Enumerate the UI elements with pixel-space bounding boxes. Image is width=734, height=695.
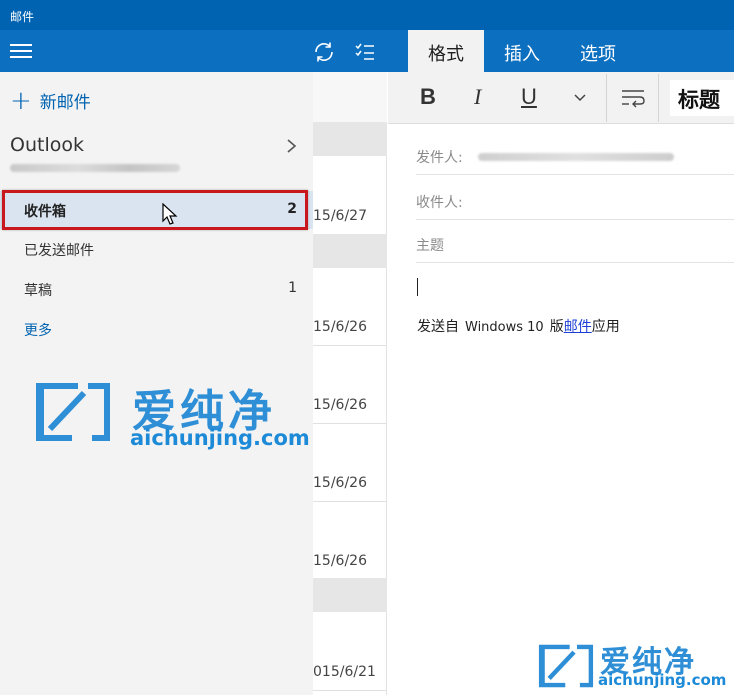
highlight-box	[2, 190, 308, 230]
sync-icon[interactable]	[312, 40, 336, 64]
list-top	[313, 72, 387, 122]
mail-body-signature[interactable]: 发送自 Windows 10 版邮件应用	[417, 316, 620, 336]
mail-app-link[interactable]: 邮件	[564, 319, 592, 335]
message-date[interactable]: 15/6/26	[313, 475, 367, 491]
watermark-logo-icon	[538, 644, 594, 688]
folder-label: 草稿	[24, 283, 52, 299]
format-toolbar: B I U 标题	[388, 72, 734, 124]
chevron-down-icon[interactable]	[573, 93, 587, 103]
divider	[313, 690, 387, 691]
new-mail-label: 新邮件	[39, 93, 91, 113]
watermark-en: aichunjing.com	[130, 426, 310, 450]
watermark-logo-icon	[36, 383, 110, 441]
message-date[interactable]: 015/6/21	[313, 664, 376, 680]
folder-label: 已发送邮件	[24, 243, 94, 259]
folder-more[interactable]: 更多	[0, 310, 313, 348]
navigation-pane: + 新邮件 Outlook 收件箱 2 已发送邮件 草稿 1 更多 爱纯净 ai…	[0, 72, 313, 695]
underline-button[interactable]: U	[521, 84, 537, 110]
folder-drafts[interactable]: 草稿 1	[0, 270, 313, 308]
subject-placeholder: 主题	[416, 238, 444, 254]
more-link: 更多	[24, 323, 52, 339]
account-name[interactable]: Outlook	[10, 134, 84, 156]
folder-sent[interactable]: 已发送邮件	[0, 230, 313, 268]
to-field[interactable]: 收件人:	[416, 178, 734, 220]
plus-icon: +	[10, 85, 32, 116]
from-field[interactable]: 发件人:	[416, 133, 734, 175]
draft-count: 1	[288, 280, 297, 296]
select-mode-icon[interactable]	[353, 40, 377, 64]
text-caret	[417, 278, 418, 296]
list-group-header	[313, 578, 387, 612]
italic-button[interactable]: I	[474, 84, 481, 110]
message-list: 15/6/27 15/6/26 15/6/26 15/6/26 15/6/26 …	[313, 72, 387, 695]
header-bar: 格式 插入 选项	[0, 30, 734, 72]
heading-style-button[interactable]: 标题	[670, 80, 734, 116]
toolbar-divider	[658, 74, 659, 122]
paragraph-format-icon[interactable]	[620, 87, 646, 109]
tab-insert[interactable]: 插入	[484, 30, 560, 72]
chevron-right-icon[interactable]	[286, 136, 298, 156]
list-group-header	[313, 234, 387, 268]
message-date[interactable]: 15/6/27	[313, 208, 367, 224]
divider	[313, 423, 387, 424]
from-email-blurred	[478, 153, 674, 161]
signature-prefix: 发送自	[417, 319, 459, 335]
account-email-blurred	[10, 164, 180, 172]
app-title-bar: 邮件	[0, 0, 734, 30]
signature-suffix: 应用	[591, 319, 620, 335]
signature-windows: Windows 10	[465, 320, 544, 335]
subject-field[interactable]: 主题	[416, 221, 734, 263]
divider	[313, 345, 387, 346]
message-date[interactable]: 15/6/26	[313, 553, 367, 569]
to-label: 收件人:	[416, 195, 463, 211]
list-group-header	[313, 122, 387, 156]
bold-button[interactable]: B	[420, 84, 436, 110]
ribbon-tabs: 格式 插入 选项	[408, 30, 636, 72]
toolbar-divider	[606, 74, 607, 122]
app-title: 邮件	[10, 10, 35, 24]
divider	[313, 501, 387, 502]
tab-options[interactable]: 选项	[560, 30, 636, 72]
tab-format[interactable]: 格式	[408, 30, 484, 72]
from-label: 发件人:	[416, 150, 463, 166]
new-mail-button[interactable]: + 新邮件	[10, 85, 91, 116]
watermark-en: aichunjing.com	[598, 671, 727, 689]
mouse-cursor-icon	[162, 203, 178, 225]
hamburger-menu-icon[interactable]	[10, 44, 32, 58]
message-date[interactable]: 15/6/26	[313, 397, 367, 413]
message-date[interactable]: 15/6/26	[313, 319, 367, 335]
signature-version: 版	[549, 319, 564, 335]
